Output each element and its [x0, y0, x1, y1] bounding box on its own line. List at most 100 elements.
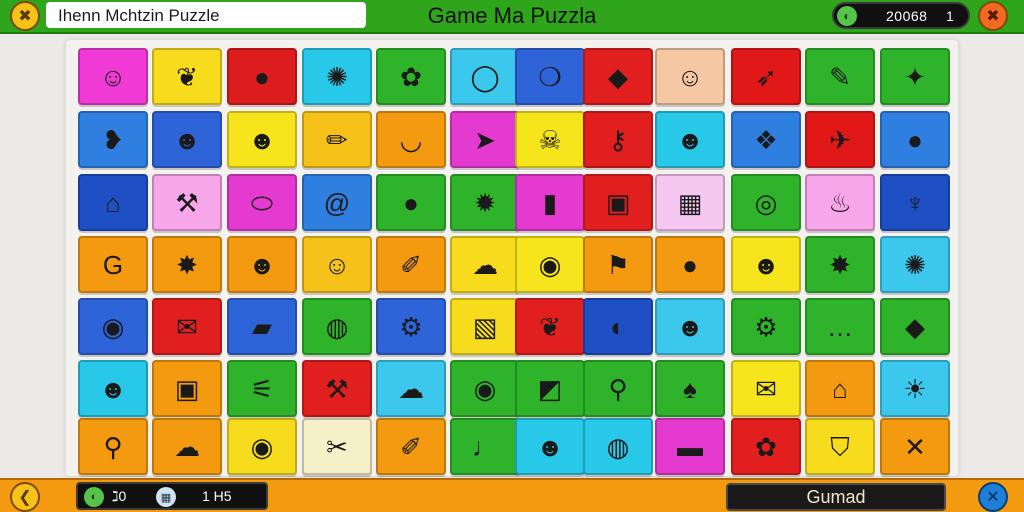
puzzle-tile[interactable]: ✐ [376, 418, 446, 475]
block-face-icon: ▣ [605, 187, 631, 218]
puzzle-tile[interactable]: ✺ [880, 236, 950, 293]
close-button[interactable]: ✖ [10, 1, 40, 31]
puzzle-tile[interactable]: ● [376, 174, 446, 231]
puzzle-tile[interactable]: ⌂ [78, 174, 148, 231]
puzzle-tile[interactable]: G [78, 236, 148, 293]
smiley-icon: ☺ [99, 61, 127, 92]
puzzle-tile[interactable]: ☁ [450, 236, 520, 293]
puzzle-tile[interactable]: ▮ [515, 174, 585, 231]
puzzle-tile[interactable]: ✉ [731, 360, 801, 417]
puzzle-tile[interactable]: … [805, 298, 875, 355]
puzzle-tile[interactable]: ⚲ [78, 418, 148, 475]
puzzle-tile[interactable]: ➤ [450, 111, 520, 168]
house-icon: ⌂ [105, 187, 121, 218]
puzzle-tile[interactable]: ☺ [78, 48, 148, 105]
puzzle-tile[interactable]: ♠ [655, 360, 725, 417]
coin-icon: ◐ [837, 6, 857, 26]
puzzle-tile[interactable]: ✦ [880, 48, 950, 105]
puzzle-tile[interactable]: ✹ [450, 174, 520, 231]
puzzle-tile[interactable]: ♨ [805, 174, 875, 231]
puzzle-tile[interactable]: ⚒ [152, 174, 222, 231]
puzzle-tile[interactable]: ◉ [227, 418, 297, 475]
puzzle-tile[interactable]: ◐ [583, 298, 653, 355]
puzzle-tile[interactable]: ⚒ [302, 360, 372, 417]
exit-icon: ✖ [986, 8, 1000, 25]
puzzle-tile[interactable]: ⚲ [583, 360, 653, 417]
puzzle-tile[interactable]: ◍ [583, 418, 653, 475]
puzzle-tile[interactable]: ◯ [450, 48, 520, 105]
puzzle-tile[interactable]: ⚙ [731, 298, 801, 355]
puzzle-tile[interactable]: @ [302, 174, 372, 231]
scissors-icon: ✂ [326, 431, 348, 462]
puzzle-tile[interactable]: ⛉ [805, 418, 875, 475]
puzzle-tile[interactable]: ◩ [515, 360, 585, 417]
bottom-bar: ❮ ◐ ℷ0 ▦ 1 H5 Gumad ✕ [0, 478, 1024, 512]
puzzle-tile[interactable]: ▣ [152, 360, 222, 417]
puzzle-tile[interactable]: ☻ [731, 236, 801, 293]
sheep-icon: ☁ [472, 249, 498, 280]
exit-button[interactable]: ✖ [978, 1, 1008, 31]
puzzle-tile[interactable]: ▧ [450, 298, 520, 355]
puzzle-tile[interactable]: ◡ [376, 111, 446, 168]
puzzle-tile[interactable]: ✿ [731, 418, 801, 475]
puzzle-tile[interactable]: ❖ [731, 111, 801, 168]
action-button[interactable]: Gumad [726, 483, 946, 511]
puzzle-tile[interactable]: ☠ [515, 111, 585, 168]
puzzle-tile[interactable]: ◉ [450, 360, 520, 417]
puzzle-tile[interactable]: ✂ [302, 418, 372, 475]
puzzle-tile[interactable]: ⚟ [227, 360, 297, 417]
puzzle-tile[interactable]: ❍ [515, 48, 585, 105]
puzzle-tile[interactable]: ☺ [655, 48, 725, 105]
puzzle-tile[interactable]: ◆ [583, 48, 653, 105]
puzzle-tile[interactable]: ✕ [880, 418, 950, 475]
puzzle-tile[interactable]: ❥ [78, 111, 148, 168]
puzzle-tile[interactable]: ☻ [227, 236, 297, 293]
puzzle-tile[interactable]: ☀ [880, 360, 950, 417]
puzzle-tile[interactable]: ▬ [655, 418, 725, 475]
puzzle-tile[interactable]: ❦ [515, 298, 585, 355]
back-button[interactable]: ❮ [10, 482, 40, 512]
puzzle-tile[interactable]: ☻ [655, 111, 725, 168]
puzzle-tile[interactable]: ◆ [880, 298, 950, 355]
puzzle-tile[interactable]: ♆ [880, 174, 950, 231]
puzzle-tile[interactable]: ◉ [78, 298, 148, 355]
puzzle-tile[interactable]: ✿ [376, 48, 446, 105]
puzzle-tile[interactable]: ✈ [805, 111, 875, 168]
eye-icon: ◉ [473, 373, 497, 404]
puzzle-tile[interactable]: ✸ [152, 236, 222, 293]
puzzle-tile[interactable]: ☁ [152, 418, 222, 475]
puzzle-tile[interactable]: ☁ [376, 360, 446, 417]
tools-button[interactable]: ✕ [978, 482, 1008, 512]
puzzle-tile[interactable]: ◎ [731, 174, 801, 231]
puzzle-tile[interactable]: ✎ [805, 48, 875, 105]
puzzle-tile[interactable]: ♩ [450, 418, 520, 475]
puzzle-tile[interactable]: ● [655, 236, 725, 293]
puzzle-tile[interactable]: ◍ [302, 298, 372, 355]
puzzle-tile[interactable]: ✸ [805, 236, 875, 293]
sun-icon: ● [254, 61, 270, 92]
puzzle-tile[interactable]: ☻ [227, 111, 297, 168]
puzzle-tile[interactable]: ▣ [583, 174, 653, 231]
puzzle-tile[interactable]: ⚷ [583, 111, 653, 168]
puzzle-tile[interactable]: ▰ [227, 298, 297, 355]
puzzle-tile[interactable]: ☻ [515, 418, 585, 475]
puzzle-tile[interactable]: ☺ [302, 236, 372, 293]
puzzle-tile[interactable]: ⚙ [376, 298, 446, 355]
puzzle-tile[interactable]: ☻ [152, 111, 222, 168]
puzzle-tile[interactable]: ☻ [655, 298, 725, 355]
puzzle-tile[interactable]: ⚑ [583, 236, 653, 293]
puzzle-tile[interactable]: ✏ [302, 111, 372, 168]
puzzle-tile[interactable]: ☻ [78, 360, 148, 417]
puzzle-tile[interactable]: ➶ [731, 48, 801, 105]
puzzle-tile[interactable]: ⌂ [805, 360, 875, 417]
puzzle-tile[interactable]: ● [880, 111, 950, 168]
puzzle-tile[interactable]: ❦ [152, 48, 222, 105]
puzzle-tile[interactable]: ▦ [655, 174, 725, 231]
puzzle-tile[interactable]: ⬭ [227, 174, 297, 231]
puzzle-tile[interactable]: ✐ [376, 236, 446, 293]
puzzle-tile[interactable]: ✺ [302, 48, 372, 105]
frog-icon: ☻ [752, 249, 780, 280]
puzzle-tile[interactable]: ✉ [152, 298, 222, 355]
puzzle-tile[interactable]: ● [227, 48, 297, 105]
puzzle-tile[interactable]: ◉ [515, 236, 585, 293]
